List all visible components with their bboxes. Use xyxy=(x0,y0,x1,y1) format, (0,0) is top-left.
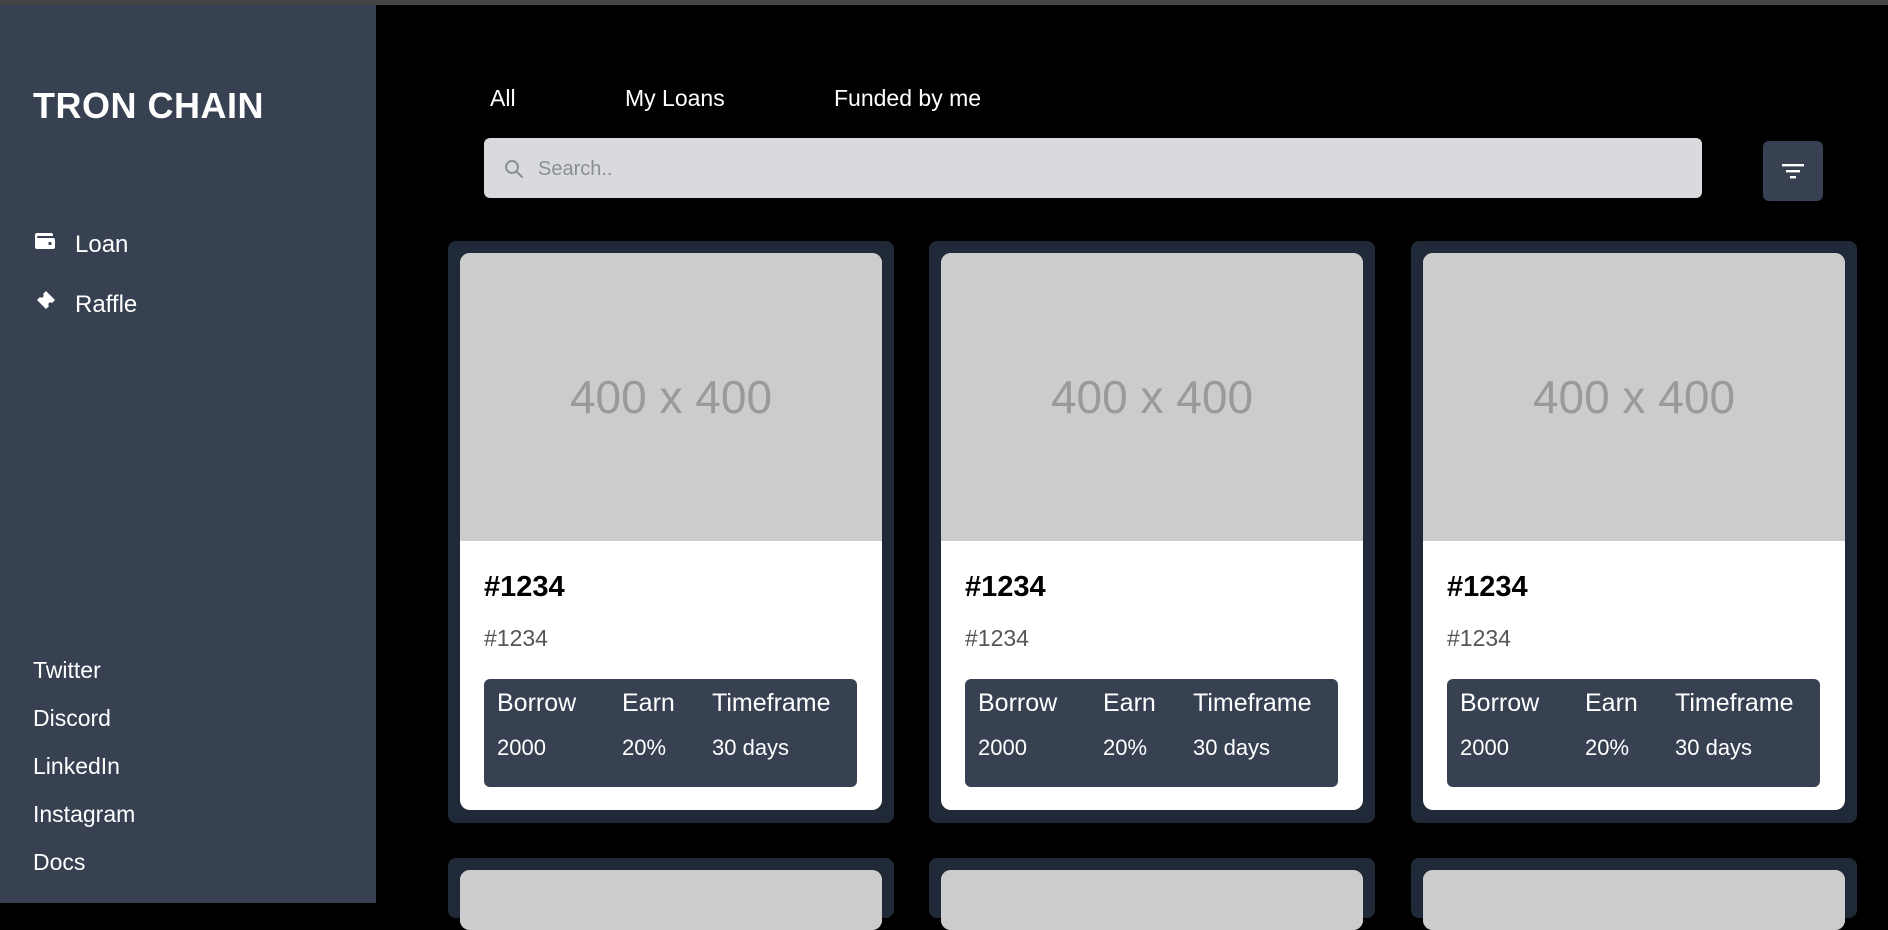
card-stats: Borrow Earn Timeframe 2000 20% 30 days xyxy=(484,679,857,787)
tab-my-loans[interactable]: My Loans xyxy=(625,85,725,112)
stat-value-timeframe: 30 days xyxy=(1675,735,1753,760)
loan-card-frame xyxy=(448,858,894,930)
loan-card[interactable] xyxy=(941,870,1363,930)
stat-header-timeframe: Timeframe xyxy=(1675,689,1794,717)
loan-card-frame: 400 x 400 #1234 #1234 Borrow Earn Timefr… xyxy=(1411,241,1857,823)
loan-card[interactable]: 400 x 400 #1234 #1234 Borrow Earn Timefr… xyxy=(1423,253,1845,810)
loan-card-frame xyxy=(929,858,1375,930)
sidebar-item-loan[interactable]: Loan xyxy=(33,229,128,260)
loan-card[interactable]: 400 x 400 #1234 #1234 Borrow Earn Timefr… xyxy=(941,253,1363,810)
sidebar-item-raffle[interactable]: Raffle xyxy=(33,289,137,320)
search-bar xyxy=(484,138,1702,200)
stat-value-borrow: 2000 xyxy=(978,735,1027,760)
main-content: All My Loans Funded by me 400 x 400 #123… xyxy=(376,5,1888,930)
card-stats: Borrow Earn Timeframe 2000 20% 30 days xyxy=(965,679,1338,787)
social-link-linkedin[interactable]: LinkedIn xyxy=(33,753,120,780)
stat-header-timeframe: Timeframe xyxy=(712,689,831,717)
stat-value-timeframe: 30 days xyxy=(712,735,790,760)
card-subtitle: #1234 xyxy=(1447,625,1511,651)
brand-logo-text: TRON CHAIN xyxy=(33,85,264,126)
loan-card[interactable] xyxy=(460,870,882,930)
ticket-icon xyxy=(33,289,57,320)
loan-card-frame xyxy=(1411,858,1857,930)
stat-value-timeframe: 30 days xyxy=(1193,735,1271,760)
card-image-placeholder xyxy=(941,870,1363,930)
social-link-discord[interactable]: Discord xyxy=(33,705,111,732)
loan-card-frame: 400 x 400 #1234 #1234 Borrow Earn Timefr… xyxy=(929,241,1375,823)
stat-header-earn: Earn xyxy=(1103,689,1156,717)
stat-value-earn: 20% xyxy=(622,735,667,760)
filter-button[interactable] xyxy=(1763,141,1823,201)
card-image-placeholder xyxy=(460,870,882,930)
social-link-instagram[interactable]: Instagram xyxy=(33,801,135,828)
stat-value-earn: 20% xyxy=(1103,735,1148,760)
social-link-docs[interactable]: Docs xyxy=(33,849,85,876)
loan-card[interactable]: 400 x 400 #1234 #1234 Borrow Earn Timefr… xyxy=(460,253,882,810)
stat-value-earn: 20% xyxy=(1585,735,1630,760)
search-input[interactable] xyxy=(536,138,1690,200)
sidebar-item-label: Raffle xyxy=(75,290,138,318)
tab-all[interactable]: All xyxy=(490,85,516,112)
stat-header-earn: Earn xyxy=(622,689,675,717)
card-image-placeholder xyxy=(1423,870,1845,930)
card-subtitle: #1234 xyxy=(965,625,1029,651)
stat-header-borrow: Borrow xyxy=(497,689,577,717)
stat-value-borrow: 2000 xyxy=(1460,735,1509,760)
sidebar: TRON CHAIN Loan Raffle Twitter Discord L… xyxy=(0,5,376,903)
card-title: #1234 xyxy=(965,571,1046,603)
card-title: #1234 xyxy=(484,571,565,603)
wallet-icon xyxy=(33,229,57,260)
card-image-placeholder: 400 x 400 xyxy=(1423,253,1845,541)
stat-header-borrow: Borrow xyxy=(1460,689,1540,717)
stat-header-timeframe: Timeframe xyxy=(1193,689,1312,717)
stat-header-earn: Earn xyxy=(1585,689,1638,717)
tab-funded-by-me[interactable]: Funded by me xyxy=(834,85,981,112)
card-subtitle: #1234 xyxy=(484,625,548,651)
card-title: #1234 xyxy=(1447,571,1528,603)
loan-card-frame: 400 x 400 #1234 #1234 Borrow Earn Timefr… xyxy=(448,241,894,823)
card-image-placeholder: 400 x 400 xyxy=(460,253,882,541)
loan-card[interactable] xyxy=(1423,870,1845,930)
social-link-twitter[interactable]: Twitter xyxy=(33,657,101,684)
card-stats: Borrow Earn Timeframe 2000 20% 30 days xyxy=(1447,679,1820,787)
card-image-placeholder: 400 x 400 xyxy=(941,253,1363,541)
stat-value-borrow: 2000 xyxy=(497,735,546,760)
stat-header-borrow: Borrow xyxy=(978,689,1058,717)
sidebar-item-label: Loan xyxy=(75,230,129,258)
